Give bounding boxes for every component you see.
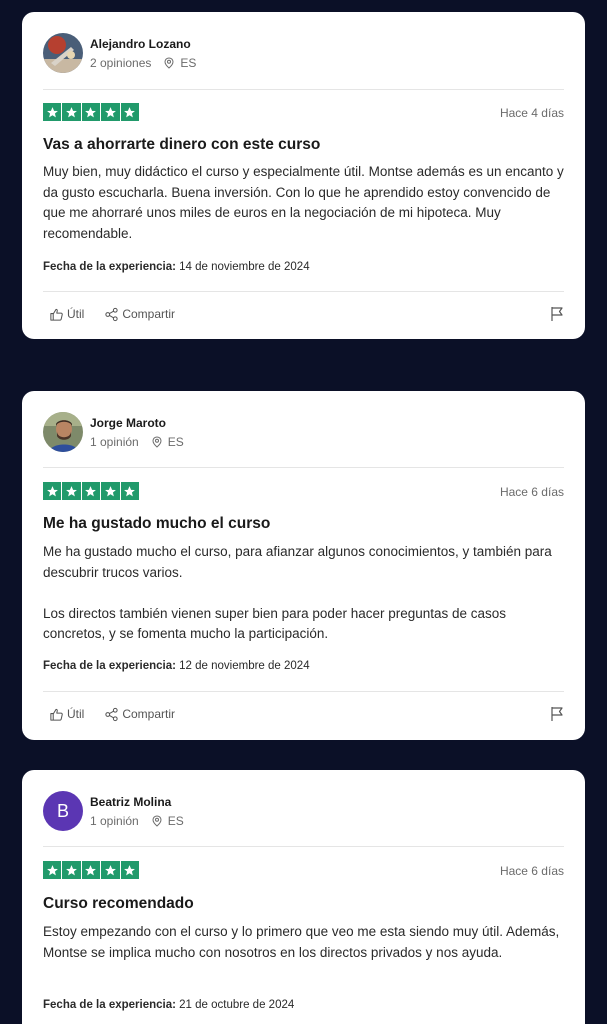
reviewer-header: B Beatriz Molina 1 opinión ES <box>43 791 564 833</box>
star-icon <box>43 103 62 121</box>
share-button[interactable]: Compartir <box>104 307 175 322</box>
star-icon <box>81 482 101 500</box>
reviewer-meta: 1 opinión ES <box>90 814 184 828</box>
reviewer-header: Jorge Maroto 1 opinión ES <box>43 412 564 454</box>
experience-value: 12 de noviembre de 2024 <box>179 660 310 672</box>
star-icon <box>62 482 81 500</box>
experience-label: Fecha de la experiencia: <box>43 660 176 672</box>
reviewer-meta: 1 opinión ES <box>90 435 184 449</box>
review-card: Alejandro Lozano 2 opiniones ES Hace 4 d… <box>22 12 585 339</box>
review-date: Hace 6 días <box>499 864 564 878</box>
country-code: ES <box>180 56 197 70</box>
country-code: ES <box>167 814 184 828</box>
review-title[interactable]: Curso recomendado <box>43 895 194 913</box>
review-date: Hace 4 días <box>499 106 564 120</box>
star-icon <box>101 861 120 879</box>
opinions-count: 1 opinión <box>90 814 139 828</box>
star-icon <box>81 103 101 121</box>
star-icon <box>120 482 139 500</box>
review-card: Jorge Maroto 1 opinión ES Hace 6 días Me… <box>22 391 585 740</box>
experience-value: 14 de noviembre de 2024 <box>179 261 310 273</box>
review-body: Me ha gustado mucho el curso, para afian… <box>43 542 564 645</box>
useful-label: Útil <box>67 307 85 321</box>
share-icon <box>105 307 118 321</box>
star-rating <box>43 103 139 121</box>
useful-label: Útil <box>67 707 85 721</box>
location-pin-icon <box>152 815 162 827</box>
experience-label: Fecha de la experiencia: <box>43 261 176 273</box>
reviews-page: Alejandro Lozano 2 opiniones ES Hace 4 d… <box>0 0 607 1024</box>
reviewer-header: Alejandro Lozano 2 opiniones ES <box>43 33 564 75</box>
country-code: ES <box>167 435 184 449</box>
review-date: Hace 6 días <box>499 485 564 499</box>
useful-button[interactable]: Útil <box>49 707 84 722</box>
review-paragraph: Muy bien, muy didáctico el curso y espec… <box>43 164 564 241</box>
star-icon <box>101 482 120 500</box>
thumbs-up-icon <box>50 308 63 321</box>
star-icon <box>43 861 62 879</box>
experience-date: Fecha de la experiencia: 14 de noviembre… <box>43 261 310 273</box>
share-label: Compartir <box>122 307 176 321</box>
divider <box>43 846 564 847</box>
star-icon <box>62 861 81 879</box>
review-paragraph: Me ha gustado mucho el curso, para afian… <box>43 544 552 580</box>
divider <box>43 467 564 468</box>
avatar[interactable]: B <box>43 791 83 831</box>
review-actions: Útil Compartir <box>49 704 564 724</box>
share-icon <box>105 707 118 721</box>
share-label: Compartir <box>122 707 176 721</box>
review-title[interactable]: Me ha gustado mucho el curso <box>43 515 270 533</box>
star-icon <box>120 861 139 879</box>
reviewer-name[interactable]: Beatriz Molina <box>90 795 171 809</box>
review-card: B Beatriz Molina 1 opinión ES Hace 6 día… <box>22 770 585 1024</box>
star-rating <box>43 861 139 879</box>
star-rating <box>43 482 139 500</box>
reviewer-name[interactable]: Alejandro Lozano <box>90 37 191 51</box>
star-icon <box>62 103 81 121</box>
location-pin-icon <box>164 57 174 69</box>
review-paragraph: Estoy empezando con el curso y lo primer… <box>43 924 560 960</box>
divider <box>43 691 564 692</box>
opinions-count: 2 opiniones <box>90 56 152 70</box>
experience-label: Fecha de la experiencia: <box>43 999 176 1011</box>
review-title[interactable]: Vas a ahorrarte dinero con este curso <box>43 136 320 154</box>
review-actions: Útil Compartir <box>49 304 564 324</box>
reviewer-name[interactable]: Jorge Maroto <box>90 416 166 430</box>
star-icon <box>43 482 62 500</box>
review-body: Estoy empezando con el curso y lo primer… <box>43 922 564 963</box>
divider <box>43 291 564 292</box>
review-body: Muy bien, muy didáctico el curso y espec… <box>43 162 564 244</box>
share-button[interactable]: Compartir <box>104 707 175 722</box>
location-pin-icon <box>152 436 162 448</box>
avatar[interactable] <box>43 412 83 452</box>
flag-icon[interactable] <box>550 306 564 322</box>
experience-value: 21 de octubre de 2024 <box>179 999 295 1011</box>
experience-date: Fecha de la experiencia: 12 de noviembre… <box>43 660 310 672</box>
useful-button[interactable]: Útil <box>49 307 84 322</box>
reviewer-meta: 2 opiniones ES <box>90 56 196 70</box>
divider <box>43 89 564 90</box>
thumbs-up-icon <box>50 708 63 721</box>
experience-date: Fecha de la experiencia: 21 de octubre d… <box>43 999 294 1011</box>
flag-icon[interactable] <box>550 706 564 722</box>
star-icon <box>120 103 139 121</box>
review-paragraph: Los directos también vienen super bien p… <box>43 605 507 642</box>
opinions-count: 1 opinión <box>90 435 139 449</box>
star-icon <box>81 861 101 879</box>
star-icon <box>101 103 120 121</box>
avatar[interactable] <box>43 33 83 73</box>
